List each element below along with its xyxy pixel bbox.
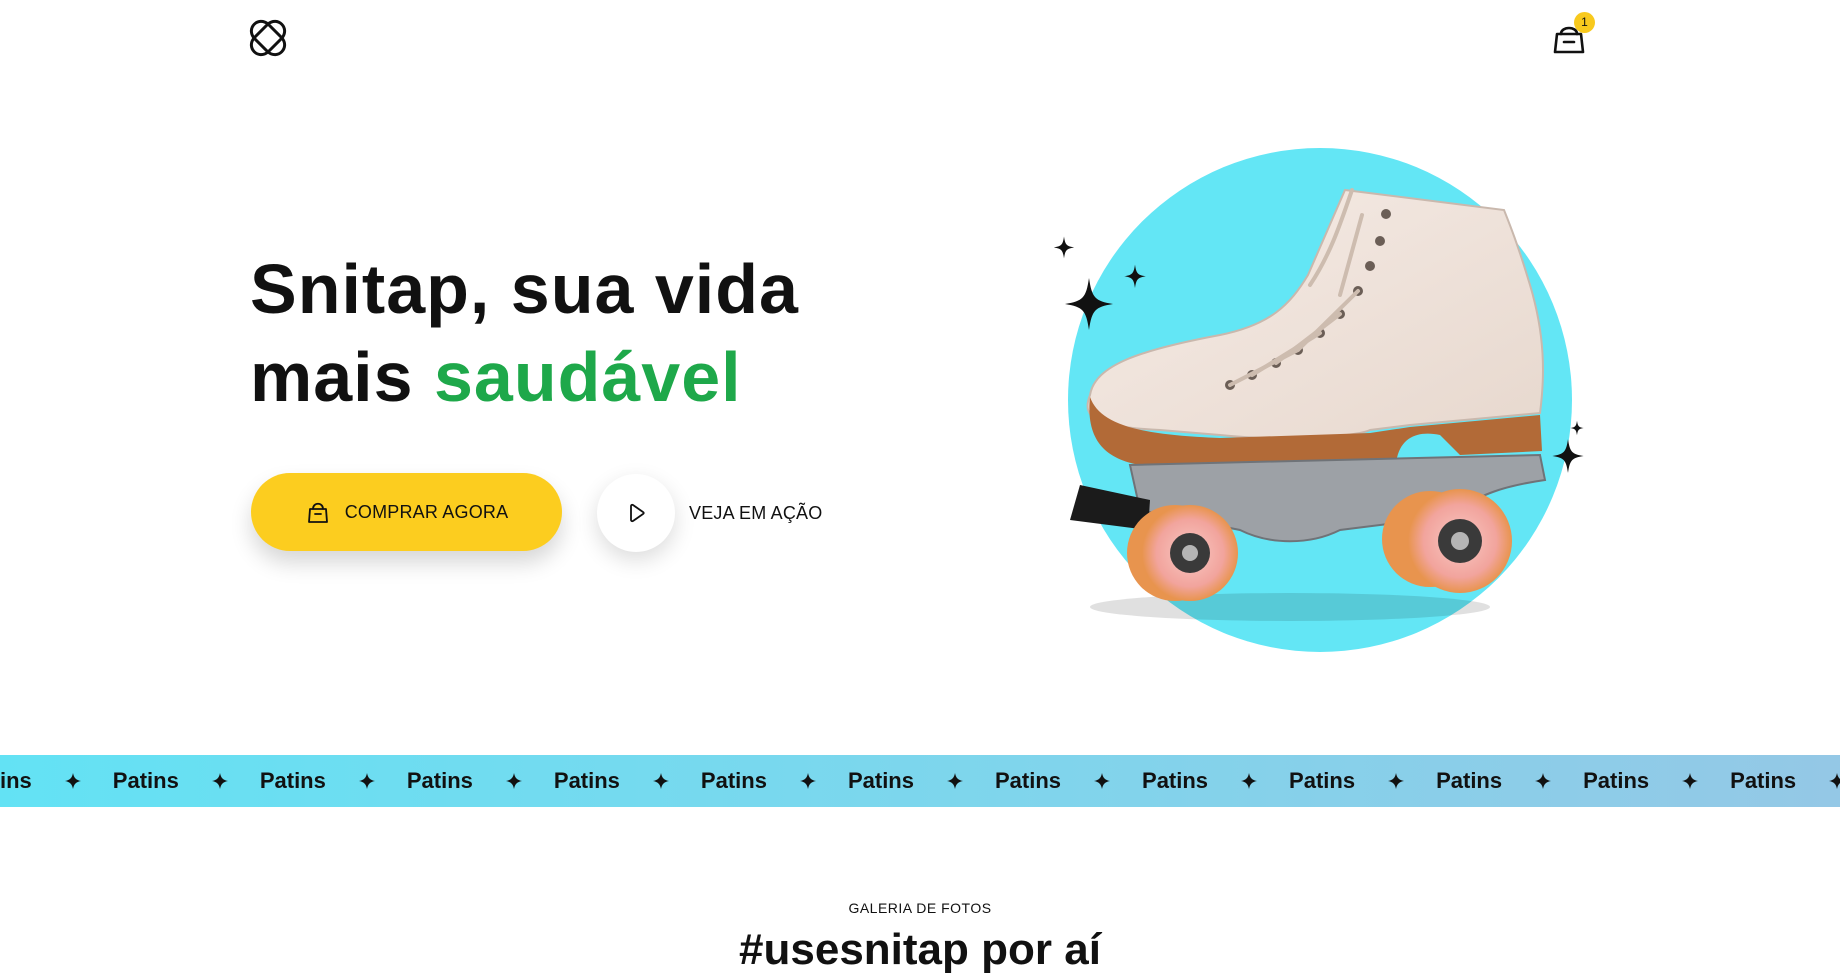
marquee-item: Patins (228, 768, 375, 794)
hero-title-prefix: mais (250, 338, 434, 416)
marquee-item: Patins (375, 768, 522, 794)
sparkle-star-icon (1241, 773, 1258, 789)
marquee-word: ins (0, 768, 32, 793)
sparkle-star-icon (1570, 420, 1584, 436)
sparkle-star-icon (1535, 773, 1552, 789)
marquee-item: Patins (669, 768, 816, 794)
roller-skate-illustration (1053, 148, 1584, 652)
marquee-word: Patins (1730, 768, 1797, 793)
sparkle-star-icon (652, 773, 669, 789)
sparkle-star-icon (505, 773, 522, 789)
marquee-word: Patins (112, 768, 179, 793)
marquee-item: Patins (81, 768, 228, 794)
site-header: 1 (0, 0, 1840, 80)
marquee-word: Patins (553, 768, 620, 793)
marquee-track: ins Patins Patins Patins Patins Patins Patins P… (0, 755, 1840, 807)
marquee-item: Patins (1698, 768, 1840, 794)
marquee-item: Patins (522, 768, 669, 794)
marquee-word: Patins (700, 768, 767, 793)
watch-in-action-label: VEJA EM AÇÃO (689, 502, 823, 523)
marquee-item: Patins (1404, 768, 1552, 794)
snitap-logo-icon[interactable] (248, 18, 288, 58)
hero-title: Snitap, sua vida mais saudável (250, 245, 950, 421)
marquee-word: Patins (1436, 768, 1503, 793)
marquee-item: Patins (1110, 768, 1258, 794)
marquee-word: Patins (259, 768, 326, 793)
sparkle-star-icon (799, 773, 816, 789)
watch-in-action-button[interactable]: VEJA EM AÇÃO (597, 474, 822, 552)
marquee-item: Patins (963, 768, 1111, 794)
sparkle-star-icon (1094, 773, 1111, 789)
gallery-kicker: GALERIA DE FOTOS (848, 900, 992, 916)
sparkle-star-icon (64, 773, 81, 789)
buy-now-label: COMPRAR AGORA (344, 501, 509, 522)
gallery-title: #usesnitap por aí (739, 925, 1101, 974)
sparkle-star-icon (211, 773, 228, 789)
buy-now-button[interactable]: COMPRAR AGORA (251, 473, 562, 551)
marquee-band: ins Patins Patins Patins Patins Patins Patins P… (0, 755, 1840, 807)
marquee-word: Patins (1583, 768, 1650, 793)
marquee-item: Patins (1257, 768, 1405, 794)
marquee-item: Patins (816, 768, 963, 794)
sparkle-star-icon (1682, 773, 1699, 789)
sparkle-star-icon (1388, 773, 1405, 789)
marquee-word: Patins (847, 768, 914, 793)
marquee-item: Patins (1551, 768, 1699, 794)
marquee-word: Patins (994, 768, 1062, 793)
cart-count-badge: 1 (1574, 12, 1595, 33)
shopping-bag-icon (307, 502, 328, 523)
hero-title-line1: Snitap, sua vida (250, 250, 799, 328)
play-button-circle[interactable] (597, 474, 675, 552)
marquee-word: Patins (1142, 768, 1209, 793)
marquee-word: Patins (406, 768, 473, 793)
play-icon (630, 503, 645, 523)
sparkle-star-icon (358, 773, 375, 789)
sparkle-star-icon (1829, 773, 1840, 789)
sparkle-star-icon (1053, 236, 1075, 259)
hero-title-accent: saudável (434, 338, 742, 416)
sparkle-star-icon (946, 773, 963, 789)
marquee-item: ins (0, 768, 81, 794)
hero-title-line2: mais saudável (250, 333, 950, 421)
marquee-word: Patins (1289, 768, 1356, 793)
